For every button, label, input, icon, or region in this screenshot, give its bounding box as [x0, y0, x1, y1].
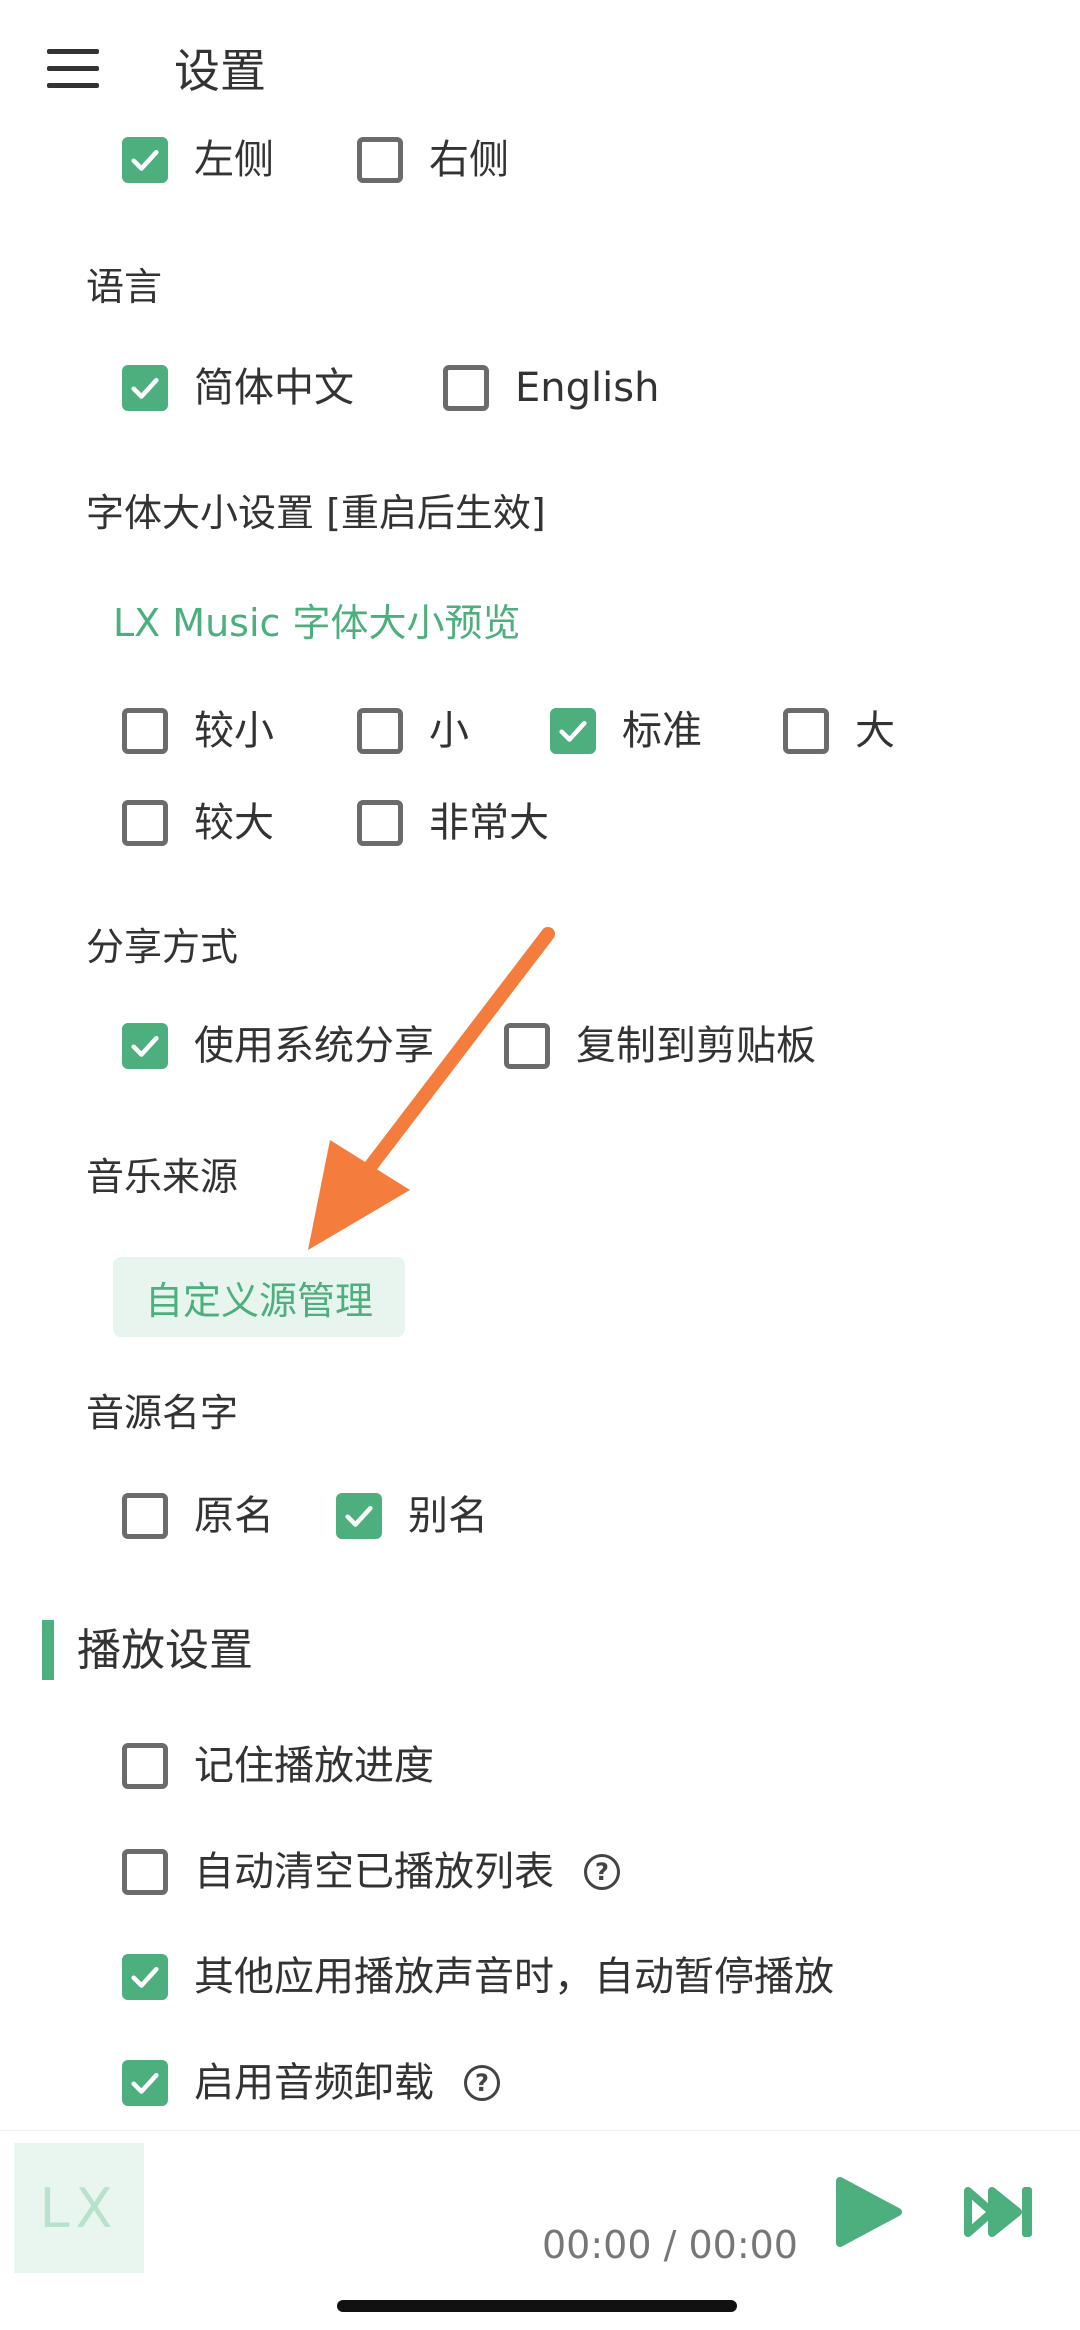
checkbox-label: 小 [429, 708, 469, 754]
checkbox-audio-offload[interactable]: 启用音频卸载 ? [122, 2060, 500, 2106]
language-label: 语言 [86, 265, 163, 309]
checkbox-alias[interactable]: 别名 [336, 1493, 488, 1539]
play-time: 00:00 / 00:00 [542, 2223, 798, 2267]
share-label: 分享方式 [86, 925, 239, 969]
checkbox-simplified-chinese[interactable]: 简体中文 [122, 365, 354, 411]
checkbox-auto-clear-played[interactable]: 自动清空已播放列表 ? [122, 1849, 620, 1895]
section-accent-bar [42, 1620, 54, 1680]
checkbox-label: 其他应用播放声音时，自动暂停播放 [194, 1954, 834, 2000]
checkbox-font-small[interactable]: 小 [357, 708, 469, 754]
checkmark-icon [122, 2060, 168, 2106]
help-icon[interactable]: ? [464, 2065, 500, 2101]
playback-section-title: 播放设置 [77, 1625, 253, 1676]
checkbox-label: 自动清空已播放列表 [194, 1849, 554, 1895]
checkbox-font-standard[interactable]: 标准 [550, 708, 702, 754]
checkmark-icon [122, 1954, 168, 2000]
page-title: 设置 [174, 44, 266, 98]
checkmark-icon [550, 708, 596, 754]
next-track-icon[interactable] [962, 2183, 1038, 2241]
font-size-label: 字体大小设置 [重启后生效] [86, 491, 546, 535]
checkbox-label: 复制到剪贴板 [576, 1023, 816, 1069]
checkbox-font-very-large[interactable]: 非常大 [357, 800, 549, 846]
checkbox-label: English [515, 365, 660, 411]
checkbox-label: 原名 [194, 1493, 274, 1539]
checkbox-english[interactable]: English [443, 365, 659, 411]
checkmark-icon [122, 1023, 168, 1069]
home-indicator[interactable] [337, 2300, 737, 2312]
checkbox-label: 启用音频卸载 [194, 2060, 434, 2106]
checkmark-icon [336, 1493, 382, 1539]
music-source-label: 音乐来源 [86, 1155, 239, 1199]
checkbox-label: 右侧 [429, 137, 509, 183]
annotation-arrow [308, 927, 555, 1250]
checkbox-right[interactable]: 右侧 [357, 137, 509, 183]
checkbox-font-large[interactable]: 大 [783, 708, 895, 754]
checkbox-label: 标准 [622, 708, 702, 754]
checkbox-label: 大 [855, 708, 895, 754]
checkbox-label: 较大 [194, 800, 274, 846]
font-size-preview: LX Music 字体大小预览 [113, 601, 521, 645]
checkbox-font-smaller[interactable]: 较小 [122, 708, 274, 754]
custom-source-button[interactable]: 自定义源管理 [113, 1257, 405, 1337]
checkbox-auto-pause[interactable]: 其他应用播放声音时，自动暂停播放 [122, 1954, 834, 2000]
checkbox-label: 左侧 [194, 137, 274, 183]
checkbox-remember-progress[interactable]: 记住播放进度 [122, 1743, 434, 1789]
checkbox-label: 别名 [408, 1493, 488, 1539]
play-icon[interactable] [834, 2175, 904, 2249]
checkbox-original-name[interactable]: 原名 [122, 1493, 274, 1539]
checkbox-label: 较小 [194, 708, 274, 754]
help-icon[interactable]: ? [584, 1854, 620, 1890]
album-cover[interactable]: LX [14, 2143, 144, 2273]
checkbox-label: 简体中文 [194, 365, 354, 411]
menu-icon[interactable] [47, 49, 99, 89]
checkbox-label: 记住播放进度 [194, 1743, 434, 1789]
checkmark-icon [122, 365, 168, 411]
checkbox-left[interactable]: 左侧 [122, 137, 274, 183]
checkbox-label: 非常大 [429, 800, 549, 846]
checkmark-icon [122, 137, 168, 183]
source-name-label: 音源名字 [86, 1391, 239, 1435]
checkbox-font-larger[interactable]: 较大 [122, 800, 274, 846]
